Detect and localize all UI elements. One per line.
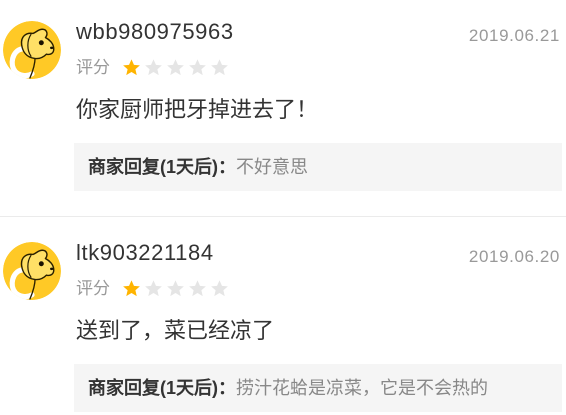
star-empty-icon xyxy=(145,59,162,76)
star-empty-icon xyxy=(189,280,206,297)
star-filled-icon xyxy=(123,59,140,76)
star-empty-icon xyxy=(189,59,206,76)
rating-stars xyxy=(122,279,232,299)
merchant-reply-label: 商家回复(1天后)： xyxy=(88,378,236,398)
star-empty-icon xyxy=(211,59,228,76)
merchant-reply: 商家回复(1天后)：不好意思 xyxy=(74,143,562,191)
rating-label: 评分 xyxy=(76,279,110,298)
username: ltk903221184 xyxy=(76,240,214,265)
star-empty-icon xyxy=(211,280,228,297)
star-empty-icon xyxy=(167,280,184,297)
divider xyxy=(0,216,566,217)
review-item: wbb980975963 2019.06.21 评分 你家厨师把牙掉进去了！ 商… xyxy=(0,0,566,194)
merchant-reply-text: 捞汁花蛤是凉菜，它是不会热的 xyxy=(236,378,488,398)
merchant-reply: 商家回复(1天后)：捞汁花蛤是凉菜，它是不会热的 xyxy=(74,364,562,412)
star-empty-icon xyxy=(145,280,162,297)
avatar xyxy=(3,242,61,300)
rating-label: 评分 xyxy=(76,58,110,77)
rating-row: 评分 xyxy=(76,278,276,300)
review-content: 你家厨师把牙掉进去了！ xyxy=(76,97,319,122)
avatar xyxy=(3,21,61,79)
merchant-reply-label: 商家回复(1天后)： xyxy=(88,157,236,177)
review-list: wbb980975963 2019.06.21 评分 你家厨师把牙掉进去了！ 商… xyxy=(0,0,566,415)
merchant-reply-text: 不好意思 xyxy=(236,157,308,177)
username: wbb980975963 xyxy=(76,19,234,44)
dog-avatar-icon xyxy=(3,242,61,300)
rating-row: 评分 xyxy=(76,57,276,79)
review-date: 2019.06.20 xyxy=(468,247,560,266)
dog-avatar-icon xyxy=(3,21,61,79)
review-date: 2019.06.21 xyxy=(468,26,560,45)
star-empty-icon xyxy=(167,59,184,76)
review-item: ltk903221184 2019.06.20 评分 送到了，菜已经凉了 商家回… xyxy=(0,221,566,415)
review-content: 送到了，菜已经凉了 xyxy=(76,318,275,343)
rating-stars xyxy=(122,58,232,78)
star-filled-icon xyxy=(123,280,140,297)
